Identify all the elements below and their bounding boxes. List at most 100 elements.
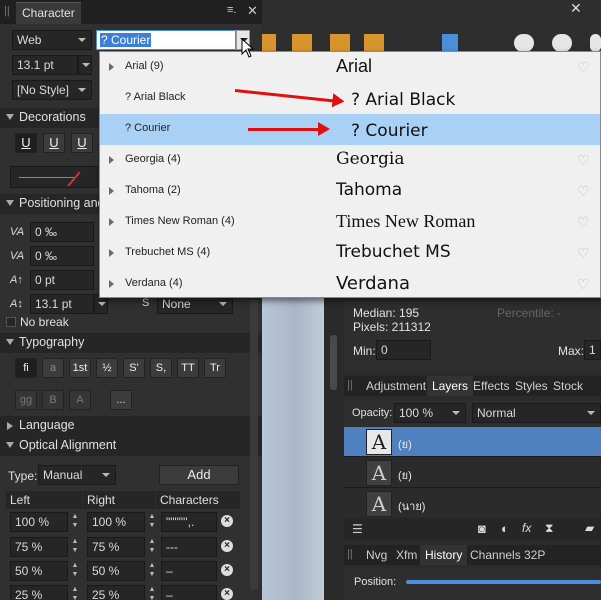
right-value-field[interactable]: 75 %	[87, 537, 145, 557]
spinner-icon[interactable]: ▲ ▼	[70, 512, 80, 532]
document-canvas[interactable]	[262, 296, 324, 600]
style-select[interactable]: [No Style]	[12, 80, 92, 100]
heart-icon[interactable]: ♡	[577, 246, 591, 260]
heart-icon[interactable]: ♡	[577, 215, 591, 229]
close-icon[interactable]: ✕	[570, 0, 582, 17]
leading-field[interactable]: 13.1 pt	[30, 294, 94, 314]
layer-row[interactable]: A (ย)	[344, 458, 601, 488]
right-value-field[interactable]: 25 %	[87, 585, 145, 600]
boolean-subtract-icon[interactable]	[552, 34, 572, 52]
right-value-field[interactable]: 50 %	[87, 561, 145, 581]
titling-button[interactable]: B	[42, 390, 64, 410]
font-item-courier[interactable]: ? Courier ? Courier	[100, 114, 600, 145]
ligature-button[interactable]: fi	[15, 358, 37, 378]
tab-styles[interactable]: Styles	[510, 376, 553, 396]
no-break-checkbox[interactable]	[6, 317, 16, 327]
chevron-right-icon[interactable]	[109, 63, 114, 71]
section-language[interactable]: Language	[0, 416, 262, 436]
grip-icon[interactable]: ||	[4, 5, 10, 17]
clear-icon[interactable]: ×	[221, 515, 233, 527]
spinner-icon[interactable]: ▲ ▼	[147, 585, 157, 600]
kerning-field[interactable]: 0 ‰	[30, 246, 94, 266]
font-size-field[interactable]: 13.1 pt	[12, 55, 78, 75]
fx-icon[interactable]: fx	[522, 521, 531, 535]
font-item-times-new-roman[interactable]: Times New Roman (4) Times New Roman ♡	[100, 207, 600, 238]
fraction-button[interactable]: ½	[96, 358, 118, 378]
chevron-right-icon[interactable]	[109, 280, 114, 288]
min-field[interactable]: 0	[376, 340, 431, 360]
spinner-icon[interactable]: ▲ ▼	[147, 537, 157, 557]
adjustment-icon[interactable]: ◐	[501, 521, 509, 536]
swash-button[interactable]: a	[42, 358, 64, 378]
spinner-icon[interactable]: ▲ ▼	[147, 561, 157, 581]
right-value-field[interactable]: 100 %	[87, 512, 145, 532]
characters-field[interactable]: """"'',.	[161, 512, 217, 532]
stylistic-alt-button[interactable]: gg	[15, 390, 37, 410]
more-options-button[interactable]: ...	[110, 390, 132, 410]
chevron-right-icon[interactable]	[109, 218, 114, 226]
spinner-icon[interactable]: ▲ ▼	[70, 561, 80, 581]
font-size-dropdown-button[interactable]	[78, 55, 92, 75]
font-item-verdana[interactable]: Verdana (4) Verdana ♡	[100, 269, 600, 300]
font-item-tahoma[interactable]: Tahoma (2) Tahoma ♡	[100, 176, 600, 207]
font-item-arial-black[interactable]: ? Arial Black ? Arial Black	[100, 83, 600, 114]
contextual-button[interactable]: A	[69, 390, 91, 410]
strikethrough-button[interactable]: U	[71, 133, 93, 153]
font-item-georgia[interactable]: Georgia (4) Georgia ♡	[100, 145, 600, 176]
layer-row[interactable]: A (ย)	[344, 427, 601, 457]
layer-row[interactable]: A (นาย)	[344, 489, 601, 519]
ordinal-button[interactable]: 1st	[69, 358, 91, 378]
close-icon[interactable]: ✕	[247, 3, 258, 19]
history-slider[interactable]	[406, 580, 601, 584]
distribute-icon[interactable]	[442, 34, 458, 52]
arrange-backward-icon[interactable]	[364, 34, 384, 52]
blend-mode-select[interactable]: Normal	[472, 403, 601, 423]
opacity-select[interactable]: 100 %	[394, 403, 466, 423]
arrange-forward-icon[interactable]	[330, 34, 350, 52]
grip-icon[interactable]: ||	[347, 379, 353, 391]
tab-character[interactable]: Character	[16, 2, 81, 24]
font-collection-select[interactable]: Web	[12, 30, 92, 50]
spinner-icon[interactable]: ▲ ▼	[70, 585, 80, 600]
font-item-trebuchet-ms[interactable]: Trebuchet MS (4) Trebuchet MS ♡	[100, 238, 600, 269]
chevron-right-icon[interactable]	[109, 156, 114, 164]
heart-icon[interactable]: ♡	[577, 277, 591, 291]
hourglass-icon[interactable]: ⧗	[545, 521, 553, 536]
line-style-select[interactable]	[10, 166, 98, 188]
spinner-icon[interactable]: ▲ ▼	[70, 537, 80, 557]
left-value-field[interactable]: 25 %	[10, 585, 68, 600]
tab-stock[interactable]: Stock	[548, 376, 588, 396]
tab-channels[interactable]: Channels	[465, 545, 526, 565]
tab-adjustment[interactable]: Adjustment	[361, 376, 431, 396]
mask-icon[interactable]: ◙	[478, 521, 486, 536]
heart-icon[interactable]: ♡	[577, 60, 591, 74]
folder-icon[interactable]: ▰	[585, 521, 594, 535]
clear-icon[interactable]: ×	[221, 564, 233, 576]
clear-icon[interactable]: ×	[221, 540, 233, 552]
left-value-field[interactable]: 100 %	[10, 512, 68, 532]
superscript-button[interactable]: S'	[123, 358, 145, 378]
canvas-scrollbar[interactable]	[330, 335, 337, 390]
panel-scrollbar[interactable]	[250, 300, 258, 590]
tab-32p[interactable]: 32P	[519, 545, 550, 565]
clear-icon[interactable]: ×	[221, 588, 233, 600]
max-field[interactable]: 1	[584, 340, 601, 360]
align-icon[interactable]	[262, 34, 276, 52]
characters-field[interactable]: ---	[161, 537, 217, 557]
heart-icon[interactable]: ♡	[577, 153, 591, 167]
panel-menu-icon[interactable]: ≡.	[227, 4, 236, 16]
left-value-field[interactable]: 75 %	[10, 537, 68, 557]
spinner-icon[interactable]: ▲ ▼	[147, 512, 157, 532]
heart-icon[interactable]: ♡	[577, 184, 591, 198]
underline-double-button[interactable]: U	[43, 133, 65, 153]
section-optical-alignment[interactable]: Optical Alignment	[0, 436, 262, 456]
small-caps-button[interactable]: Tr	[204, 358, 226, 378]
tab-history[interactable]: History	[420, 545, 468, 565]
characters-field[interactable]: –	[161, 561, 217, 581]
font-family-input[interactable]: ? Courier	[96, 30, 236, 50]
tab-transform[interactable]: Xfm	[391, 545, 422, 565]
tracking-field[interactable]: 0 ‰	[30, 222, 94, 242]
section-typography[interactable]: Typography	[0, 333, 262, 353]
chevron-right-icon[interactable]	[109, 187, 114, 195]
arrange-front-icon[interactable]	[292, 34, 312, 52]
